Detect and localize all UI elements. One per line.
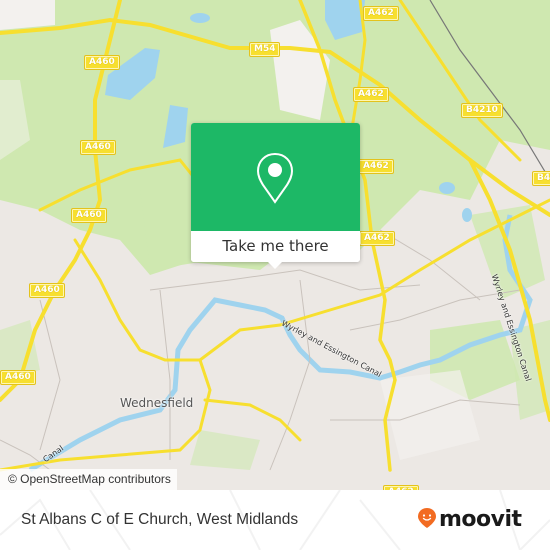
map[interactable]: A460 A460 A460 A460 A460 M54 A462 A462 A462 A462 B… bbox=[0, 0, 550, 490]
road-label: A462 bbox=[353, 87, 389, 102]
road-label: A460 bbox=[29, 283, 65, 298]
moovit-logo[interactable]: moovit bbox=[417, 507, 522, 533]
location-popup: Take me there bbox=[191, 123, 360, 269]
road-label: A460 bbox=[84, 55, 120, 70]
place-label: Wednesfield bbox=[120, 396, 194, 410]
popup-pointer bbox=[267, 261, 283, 269]
road-label: A460 bbox=[80, 140, 116, 155]
map-attribution[interactable]: © OpenStreetMap contributors bbox=[0, 469, 177, 490]
take-me-there-button[interactable]: Take me there bbox=[191, 231, 360, 262]
footer: St Albans C of E Church, West Midlands m… bbox=[0, 490, 550, 550]
moovit-face-pin-icon bbox=[417, 507, 437, 533]
moovit-wordmark: moovit bbox=[439, 507, 522, 532]
road-label: M54 bbox=[248, 42, 281, 57]
popup-header bbox=[191, 123, 360, 231]
road-label: A460 bbox=[71, 208, 107, 223]
road-label: B4210 bbox=[532, 171, 550, 186]
place-name: St Albans C of E Church, West Midlands bbox=[21, 511, 299, 528]
road-label: A462 bbox=[359, 231, 395, 246]
road-label: A460 bbox=[0, 370, 36, 385]
road-label: A462 bbox=[358, 159, 394, 174]
road-label: A462 bbox=[363, 6, 399, 21]
road-label: B4210 bbox=[461, 103, 503, 118]
